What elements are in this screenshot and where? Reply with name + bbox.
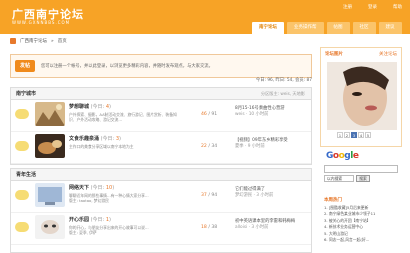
forum-status-icon [15, 141, 29, 151]
forum-thumbnail[interactable] [35, 215, 65, 239]
tab-pictures[interactable]: 帖图 [326, 22, 350, 34]
last-post: 8月15-16号奏曲性心营游 weis · 10 小时前 [235, 106, 311, 118]
new-post-button[interactable]: 发帖 [15, 60, 35, 72]
forum-description: 你的开心，与朋友分享出来的开心故事可以说… 版主: 夏季, 伊萨 [69, 225, 149, 235]
login-link[interactable]: 登录 [368, 4, 377, 10]
notice-text: 您可以注册一个帐号，并以此登录，以浏览更多精彩内容，并随时发布观点，与大家交流。 [41, 64, 213, 69]
photo-pager: 1 2 3 4 5 [337, 132, 371, 138]
notice-bar: 发帖 您可以注册一个帐号，并以此登录，以浏览更多精彩内容，并随时发布观点，与大家… [10, 54, 312, 78]
forum-title[interactable]: 梦想聊城 (今日: 4) [69, 103, 111, 110]
top-links: 注册 登录 帮助 [343, 4, 402, 10]
forum-counts: 37 / 94 [201, 193, 218, 198]
search-scope-select[interactable]: 以内搜索 [324, 175, 354, 182]
section-header: 青年生活 [11, 169, 311, 181]
last-post-meta: alloisi · 3 小时前 [235, 225, 269, 230]
breadcrumb: 广西南宁论坛 » 首页 [10, 38, 67, 44]
last-post: 它们能过得满了 梦幻游民 · 3 小时前 [235, 187, 311, 199]
breadcrumb-site[interactable]: 广西南宁论坛 [20, 38, 47, 44]
forum-moderator: 版主: 夏季, 伊萨 [69, 230, 97, 235]
forum-description: 户外探索、摄影，AA制活动交流、旅行游记、图片赏析、装备知识、户外活动攻略、游记… [69, 112, 177, 122]
sidebar: 论坛图片 关注论坛 1 2 3 4 5 Google 以内搜索 搜索 本周热门 … [320, 47, 402, 253]
hot-topic-item[interactable]: 6. 同志一起,风言一起(好... [324, 237, 400, 243]
pager-page-active[interactable]: 3 [351, 132, 357, 138]
top-header-bar: 广西南宁论坛 WWW.GXNNBBS.COM 注册 登录 帮助 南宁论坛 业务操… [0, 0, 410, 34]
section-moderators: 分区版主: weis, 天地影 [260, 91, 305, 96]
hot-topics-title: 本周热门 [324, 198, 342, 203]
breadcrumb-separator: » [51, 38, 54, 44]
photo-box: 论坛图片 关注论坛 1 2 3 4 5 [320, 47, 402, 147]
section-title[interactable]: 青年生活 [16, 172, 36, 178]
google-search-input[interactable] [324, 165, 398, 173]
google-search-button[interactable]: 搜索 [356, 175, 370, 182]
pager-page[interactable]: 4 [358, 132, 364, 138]
pager-page[interactable]: 5 [365, 132, 371, 138]
forum-description: 聊聊近年网的那些事情…有一种心情大家分享… 版主: taotao, 梦幻游民 [69, 193, 149, 203]
tab-suggestions[interactable]: 建议 [378, 22, 402, 34]
forum-status-icon [15, 222, 29, 232]
section-header: 南宁城市 分区版主: weis, 天地影 [11, 88, 311, 100]
pager-page[interactable]: 1 [337, 132, 343, 138]
forum-status-icon [15, 109, 29, 119]
pager-page[interactable]: 2 [344, 132, 350, 138]
last-post-meta: weis · 10 小时前 [235, 112, 269, 117]
home-icon[interactable] [10, 38, 16, 44]
register-link[interactable]: 注册 [343, 4, 352, 10]
help-link[interactable]: 帮助 [393, 4, 402, 10]
forum-counts: 22 / 34 [201, 144, 218, 149]
forum-status-icon [15, 190, 29, 200]
forum-counts: 18 / 38 [201, 225, 218, 230]
google-logo: Google [326, 151, 359, 161]
forum-thumbnail[interactable] [35, 102, 65, 126]
forum-title[interactable]: 开心乐园 (今日: 1) [69, 216, 111, 223]
forum-thumbnail[interactable] [35, 183, 65, 207]
last-post-meta: 梦幻游民 · 3 小时前 [235, 193, 274, 198]
forum-thumbnail[interactable] [35, 134, 65, 158]
tab-business-help[interactable]: 业务操作帮 [287, 22, 324, 34]
tab-forum[interactable]: 南宁论坛 [252, 22, 284, 34]
forum-title[interactable]: 网络天下 (今日: 10) [69, 184, 114, 191]
forum-section: 南宁城市 分区版主: weis, 天地影 梦想聊城 (今日: 4) 户外探索、摄… [10, 87, 312, 165]
forum-row: 网络天下 (今日: 10) 聊聊近年网的那些事情…有一种心情大家分享… 版主: t… [11, 181, 311, 213]
forum-row: 梦想聊城 (今日: 4) 户外探索、摄影，AA制活动交流、旅行游记、图片赏析、装… [11, 100, 311, 132]
forum-stats: 今日: 96, 昨日: 54, 会员: 87 [255, 78, 312, 83]
last-post: 初中英语课本里的李雷和韩梅梅 alloisi · 3 小时前 [235, 219, 311, 231]
last-post: 【视频】09年东乡精彩享受 夏季 · 9 小时前 [235, 138, 311, 150]
forum-section: 青年生活 网络天下 (今日: 10) 聊聊近年网的那些事情…有一种心情大家分享…… [10, 168, 312, 253]
breadcrumb-current: 首页 [57, 39, 67, 44]
photo-box-link[interactable]: 关注论坛 [379, 51, 397, 57]
forum-row: 文食乐趣泉涌 (今日: 3) 主作口的美食分享区域以南宁本地为主 22 / 34… [11, 132, 311, 164]
section-title[interactable]: 南宁城市 [16, 91, 36, 97]
forum-row: 开心乐园 (今日: 1) 你的开心，与朋友分享出来的开心故事可以说… 版主: 夏季… [11, 213, 311, 245]
hot-topics-list: 1. [图酷收藏]5月后来更新 2. 南宁绿色某业城市少领子11 3. 被关心的… [324, 205, 400, 243]
forum-moderator: 版主: taotao, 梦幻游民 [69, 198, 109, 203]
forum-counts: 46 / 91 [201, 112, 218, 117]
forum-title[interactable]: 文食乐趣泉涌 (今日: 3) [69, 135, 121, 142]
featured-photo[interactable] [327, 62, 397, 130]
main-nav-tabs: 南宁论坛 业务操作帮 帖图 社区 建议 [252, 22, 402, 34]
last-post-meta: 夏季 · 9 小时前 [235, 144, 265, 149]
site-logo-url: WWW.GXNNBBS.COM [12, 20, 71, 25]
tab-community[interactable]: 社区 [352, 22, 376, 34]
forum-description: 主作口的美食分享区域以南宁本地为主 [69, 144, 134, 149]
